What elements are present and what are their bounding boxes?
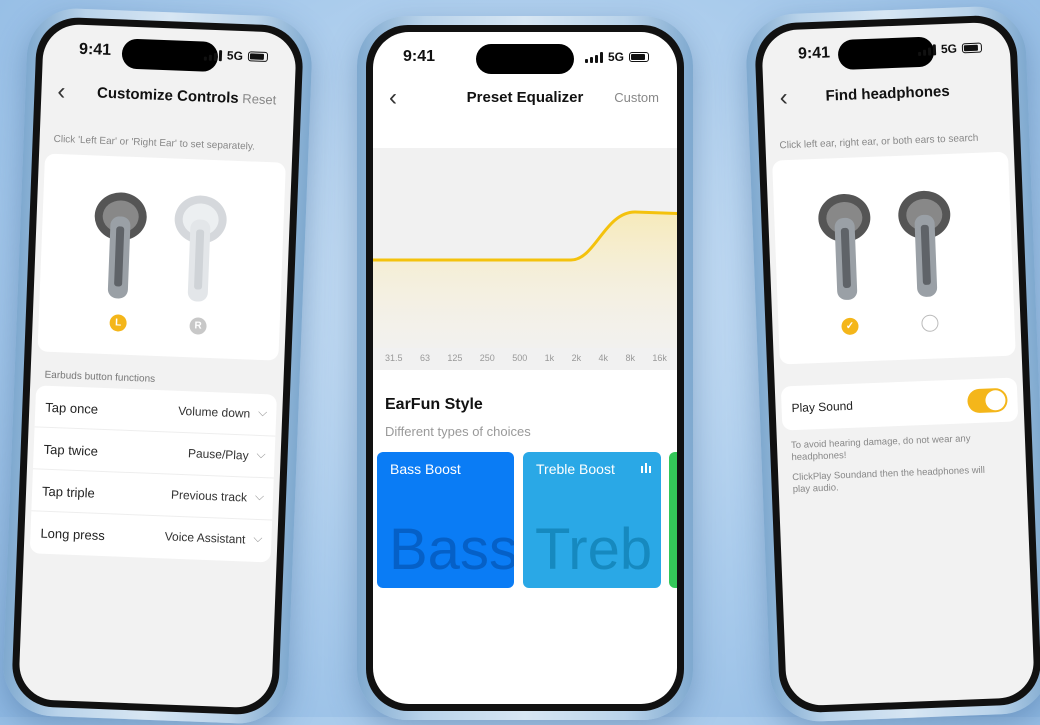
battery-icon [629,52,649,62]
screen-customize-controls: 9:41 5G ‹ Customize Controls Reset Click… [18,23,297,709]
page-title: Find headphones [825,82,950,105]
section-label: Earbuds button functions [44,369,156,385]
freq-label: 63 [419,353,430,363]
custom-button[interactable]: Custom [614,90,659,105]
phone-center: 9:41 5G ‹ Preset Equalizer Custom 31.5 6… [357,16,693,720]
earbuds-card: L R [37,153,286,361]
battery-icon [247,51,269,63]
chevron-down-icon: ⌵ [257,404,268,420]
chevron-down-icon: ⌵ [254,488,265,504]
freq-label: 250 [479,353,495,363]
left-earbud-icon[interactable] [813,187,878,309]
chevron-down-icon: ⌵ [253,530,263,546]
signal-icon [918,43,937,56]
left-ear-check-icon[interactable]: ✓ [841,317,859,336]
preset-watermark: Treb [535,517,653,582]
freq-label: 16k [652,353,667,363]
freq-label: 8k [625,353,635,363]
play-sound-toggle[interactable] [967,387,1008,414]
freq-label: 2k [571,353,582,363]
phone-left: 9:41 5G ‹ Customize Controls Reset Click… [1,6,314,725]
nav-bar: ‹ Find headphones [763,77,1012,113]
freq-label: 125 [447,353,463,363]
network-label: 5G [940,41,958,57]
left-earbud-icon[interactable] [87,185,152,307]
status-bar: 9:41 5G [762,35,1011,69]
status-bar: 9:41 5G [43,37,297,71]
style-title: EarFun Style [385,396,483,413]
preset-next-peek[interactable] [669,452,677,588]
status-time: 9:41 [78,40,112,59]
right-earbud-icon[interactable] [167,188,232,310]
play-sound-card: Play Sound [780,377,1019,431]
equalizer-bars-icon [641,463,651,473]
battery-icon [961,42,983,54]
function-row-long-press[interactable]: Long press Voice Assistant ⌵ [30,511,272,562]
preset-watermark: Bass [389,517,514,582]
instruction-text: ClickPlay Soundand then the headphones w… [792,464,986,496]
freq-label: 500 [512,353,528,363]
right-earbud-icon[interactable] [893,184,958,306]
warning-text: To avoid hearing damage, do not wear any… [790,433,971,464]
search-hint: Click left ear, right ear, or both ears … [779,132,979,152]
ear-hint: Click 'Left Ear' or 'Right Ear' to set s… [53,133,256,153]
style-subtitle: Different types of choices [385,424,531,439]
right-ear-badge[interactable]: R [189,317,207,335]
right-ear-radio[interactable] [921,314,939,333]
chevron-down-icon: ⌵ [256,446,266,462]
network-label: 5G [607,50,624,64]
status-time: 9:41 [403,48,436,65]
preset-label: Treble Boost [536,461,615,477]
status-bar: 9:41 5G [373,46,677,70]
left-ear-badge[interactable]: L [109,314,127,332]
screen-preset-equalizer: 9:41 5G ‹ Preset Equalizer Custom 31.5 6… [373,32,677,704]
screen-find-headphones: 9:41 5G ‹ Find headphones Click left ear… [761,21,1035,707]
freq-label: 4k [598,353,609,363]
button-functions-list: Tap once Volume down ⌵ Tap twice Pause/P… [29,385,277,563]
freq-label: 1k [544,353,555,363]
preset-label: Bass Boost [390,461,461,477]
frequency-axis: 31.5 63 125 250 500 1k 2k 4k 8k 16k [385,353,667,363]
signal-icon [584,51,603,63]
eq-curve [373,210,677,348]
play-sound-label: Play Sound [791,398,854,416]
status-time: 9:41 [797,44,831,63]
preset-bass-boost[interactable]: Bass Boost Bass [377,452,514,588]
nav-bar: ‹ Preset Equalizer Custom [373,86,677,112]
phone-right: 9:41 5G ‹ Find headphones Click left ear… [744,4,1040,724]
network-label: 5G [226,48,244,64]
preset-treble-boost[interactable]: Treble Boost Treb [523,452,661,588]
freq-label: 31.5 [385,353,403,363]
reset-button[interactable]: Reset [242,91,277,107]
equalizer-graph: 31.5 63 125 250 500 1k 2k 4k 8k 16k [373,148,677,370]
earbuds-card: ✓ [772,151,1016,365]
signal-icon [203,49,223,61]
nav-bar: ‹ Customize Controls Reset [41,78,295,115]
